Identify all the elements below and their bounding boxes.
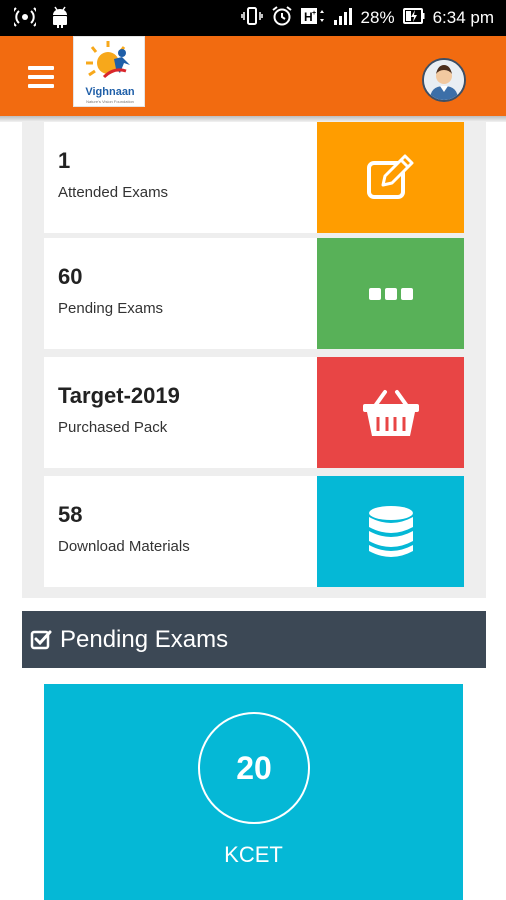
app-logo[interactable]: Vighnaan Nature's Vision Foundation xyxy=(73,36,145,107)
svg-text:+: + xyxy=(312,10,316,17)
exam-count: 20 xyxy=(198,712,310,824)
logo-name: Vighnaan xyxy=(85,86,135,98)
hotspot-icon xyxy=(10,6,40,33)
user-avatar-icon xyxy=(424,60,464,100)
pending-exams-card[interactable]: 60 Pending Exams xyxy=(44,238,464,349)
profile-avatar[interactable] xyxy=(422,58,466,102)
purchased-pack-label: Purchased Pack xyxy=(58,419,168,436)
attended-exams-label: Attended Exams xyxy=(58,184,169,201)
edit-icon[interactable] xyxy=(317,122,464,233)
exam-card[interactable]: 20 KCET xyxy=(44,684,463,900)
stat-info: 1 Attended Exams xyxy=(44,122,317,233)
section-title: Pending Exams xyxy=(60,625,229,653)
stat-info: 58 Download Materials xyxy=(44,476,317,587)
clock-time: 6:34 pm xyxy=(432,8,494,27)
pending-exams-label: Pending Exams xyxy=(58,300,164,317)
stat-info: 60 Pending Exams xyxy=(44,238,317,349)
purchased-pack-card[interactable]: Target-2019 Purchased Pack xyxy=(44,357,464,468)
signal-icon xyxy=(333,6,353,31)
android-icon xyxy=(50,6,70,33)
alarm-icon xyxy=(271,5,293,32)
menu-icon[interactable] xyxy=(28,66,54,88)
exam-name: KCET xyxy=(224,842,283,867)
purchased-pack-name: Target-2019 xyxy=(58,383,180,408)
app-bar: Vighnaan Nature's Vision Foundation xyxy=(0,36,506,116)
logo-tagline: Nature's Vision Foundation xyxy=(86,99,134,104)
vibrate-icon xyxy=(240,6,263,31)
download-materials-card[interactable]: 58 Download Materials xyxy=(44,476,464,587)
battery-percent: 28% xyxy=(360,8,395,27)
download-materials-label: Download Materials xyxy=(58,538,190,555)
attended-exams-card[interactable]: 1 Attended Exams xyxy=(44,122,464,233)
pending-exams-header: Pending Exams xyxy=(22,611,486,668)
stats-panel: 1 Attended Exams 60 Pending Exams Target xyxy=(22,122,486,598)
battery-charging-icon xyxy=(402,6,425,31)
download-materials-count: 58 xyxy=(58,502,83,527)
attended-exams-count: 1 xyxy=(58,148,71,173)
ellipsis-icon[interactable] xyxy=(317,238,464,349)
network-hplus-icon: H + xyxy=(300,6,325,31)
checkbox-checked-icon xyxy=(30,629,52,651)
logo-sun-icon xyxy=(86,41,130,79)
pending-exams-count: 60 xyxy=(58,264,83,289)
status-bar: H + 28% 6:34 pm xyxy=(0,0,506,36)
basket-icon[interactable] xyxy=(317,357,464,468)
database-icon[interactable] xyxy=(317,476,464,587)
stat-info: Target-2019 Purchased Pack xyxy=(44,357,317,468)
